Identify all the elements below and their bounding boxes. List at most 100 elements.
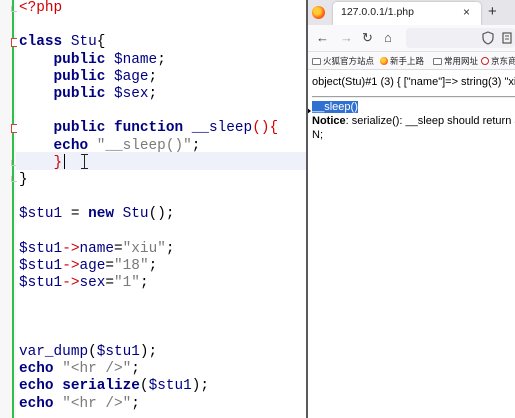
code-token: echo <box>19 395 63 412</box>
text-caret <box>64 154 65 169</box>
var-dump-output: object(Stu)#1 (3) { ["name"]=> string(3)… <box>312 76 515 88</box>
fold-toggle-function[interactable] <box>11 124 17 133</box>
bookmark-item[interactable]: 京东商 <box>481 55 515 67</box>
code-token: "1" <box>114 275 140 292</box>
code-token: (){ <box>252 120 279 137</box>
code-token: ; <box>157 51 166 68</box>
home-icon[interactable]: ⌂ <box>384 30 392 45</box>
code-token: __sleep <box>191 120 253 137</box>
browser-window: 127.0.0.1/1.php × + ← → ↻ ⌂ 火狐官方站点 新手上路 <box>308 0 515 418</box>
shield-icon[interactable] <box>481 30 495 46</box>
code-token: echo <box>19 361 63 378</box>
code-line[interactable]: } <box>19 154 63 172</box>
code-line[interactable]: <?php <box>19 0 62 17</box>
fold-toggle-class[interactable] <box>11 38 17 47</box>
reload-icon[interactable]: ↻ <box>362 30 373 46</box>
code-token: $stu1 <box>19 258 63 274</box>
page-content: object(Stu)#1 (3) { ["name"]=> string(3)… <box>308 71 515 418</box>
code-line[interactable]: $stu1->age="18"; <box>19 258 157 275</box>
code-token: Stu <box>70 34 97 51</box>
code-editor[interactable]: <?php class Stu{ public $name; public $ag… <box>0 0 306 418</box>
tab-close-icon[interactable]: × <box>463 5 470 19</box>
code-token: { <box>96 34 106 51</box>
code-line[interactable]: public $sex; <box>19 86 158 103</box>
code-token: -> <box>62 275 80 292</box>
code-token: $age <box>114 68 149 85</box>
code-token: } <box>19 172 28 188</box>
code-token: } <box>19 154 63 171</box>
code-token: $stu1 <box>19 240 63 257</box>
code-line[interactable]: public $name; <box>19 52 166 69</box>
bookmark-item[interactable]: 火狐官方站点 <box>312 55 374 67</box>
code-token: $stu1 <box>148 378 192 395</box>
change-marker-bar <box>12 0 14 418</box>
code-token: $name <box>114 51 158 68</box>
code-token: ); <box>139 344 158 360</box>
code-line[interactable]: var_dump($stu1); <box>19 344 157 361</box>
code-token: = <box>114 240 123 257</box>
bookmark-item[interactable]: 常用网址 <box>433 55 478 67</box>
code-token: public <box>19 120 114 137</box>
code-line[interactable]: $stu1 = new Stu(); <box>19 206 175 223</box>
new-tab-icon[interactable]: + <box>488 3 497 20</box>
code-token: "<hr />" <box>62 361 132 378</box>
code-token: $stu1 <box>19 206 63 223</box>
code-token: Stu <box>122 206 149 223</box>
code-line[interactable]: class Stu{ <box>19 34 105 51</box>
horizontal-rule <box>312 96 515 98</box>
code-token: = <box>105 275 115 292</box>
page-info-icon[interactable] <box>500 30 514 46</box>
sleep-output-line: __sleep() <box>312 100 358 114</box>
code-token: function <box>114 120 192 137</box>
navigation-toolbar: ← → ↻ ⌂ <box>308 25 515 52</box>
code-token: -> <box>62 258 80 274</box>
code-token: serialize <box>62 378 140 395</box>
tab-active[interactable]: 127.0.0.1/1.php × <box>333 2 481 25</box>
code-token: public <box>19 86 114 102</box>
mouse-arrow-cursor <box>308 107 311 115</box>
code-token: $stu1 <box>19 275 63 292</box>
code-token: ; <box>148 68 158 85</box>
code-token: ; <box>139 275 149 292</box>
bookmark-item[interactable]: 新手上路 <box>380 55 424 67</box>
code-line[interactable]: $stu1->name="xiu"; <box>19 241 174 258</box>
notice-line: Notice: serialize(): __sleep should retu… <box>312 114 515 128</box>
code-token: var_dump <box>19 344 89 360</box>
address-bar[interactable] <box>406 28 515 48</box>
code-token: echo <box>19 137 97 154</box>
tab-title: 127.0.0.1/1.php <box>341 6 414 18</box>
code-token: "xiu" <box>122 240 166 257</box>
code-token: ; <box>148 86 158 102</box>
code-token: public <box>19 68 114 85</box>
bookmarks-toolbar: 火狐官方站点 新手上路 常用网址 京东商 <box>308 52 515 70</box>
code-line[interactable]: echo serialize($stu1); <box>19 378 209 395</box>
code-line[interactable]: public function __sleep(){ <box>19 120 279 137</box>
code-line[interactable]: $stu1->sex="1"; <box>19 275 149 292</box>
globe-icon <box>481 57 489 65</box>
firefox-icon <box>380 57 388 65</box>
selected-text[interactable]: __sleep() <box>312 101 358 113</box>
code-token: echo <box>19 378 63 395</box>
code-token: (); <box>148 206 175 223</box>
code-token: -> <box>62 240 80 257</box>
back-icon[interactable]: ← <box>316 30 329 45</box>
code-token: ( <box>88 344 97 360</box>
code-line[interactable]: public $age; <box>19 68 158 86</box>
code-token: "<hr />" <box>62 395 132 412</box>
code-token: ; <box>165 240 175 257</box>
firefox-view-icon[interactable] <box>312 6 325 19</box>
code-token: ; <box>131 395 140 412</box>
notice-message: : serialize(): __sleep should return an … <box>345 115 515 127</box>
code-token: "__sleep()" <box>96 137 192 154</box>
code-token: ); <box>191 378 210 395</box>
forward-icon[interactable]: → <box>340 30 353 45</box>
code-line[interactable]: echo "__sleep()"; <box>19 137 201 155</box>
code-token: public <box>19 51 114 68</box>
code-token: "18" <box>114 258 149 274</box>
code-token: = <box>62 206 89 223</box>
code-token: ; <box>191 137 201 154</box>
code-line[interactable]: echo "<hr />"; <box>19 361 140 378</box>
code-line[interactable]: } <box>19 172 28 189</box>
code-token: = <box>105 258 115 274</box>
code-line[interactable]: echo "<hr />"; <box>19 396 140 413</box>
